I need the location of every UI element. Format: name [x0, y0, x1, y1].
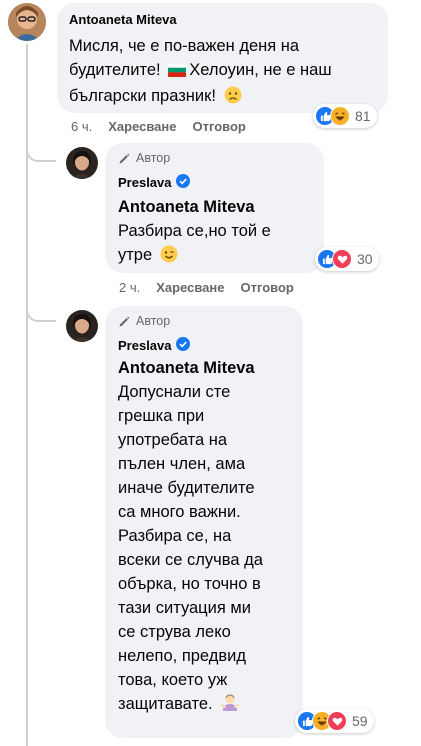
reaction-count: 81: [355, 108, 371, 124]
reply-text-line: Допуснали сте: [118, 383, 231, 401]
mention-link[interactable]: Antoaneta Miteva: [118, 356, 302, 380]
author-badge-label: Автор: [136, 314, 171, 328]
reply-text-line: употребата на: [118, 431, 228, 449]
reply-text-line: утре: [118, 243, 323, 270]
reply-text: Antoaneta Miteva Разбира се,но той е утр…: [118, 195, 323, 270]
avatar-image: [66, 310, 98, 342]
comment-text-line: Мисля, че е по-важен деня на: [69, 37, 300, 55]
reply-text-line: нелепо, предвид: [118, 647, 246, 665]
reply-text-fragment: утре: [118, 246, 153, 264]
like-button[interactable]: Харесване: [156, 280, 224, 295]
avatar-antoaneta[interactable]: [8, 3, 46, 41]
love-icon: [332, 249, 352, 269]
reply-timestamp[interactable]: 2 ч.: [119, 280, 140, 295]
comment-text-fragment: Хелоуин, не е наш: [189, 61, 332, 79]
flag-bulgaria-icon: [167, 60, 187, 84]
comment-bubble: Antoaneta Miteva Мисля, че е по-важен де…: [57, 3, 388, 113]
thread-branch: [26, 142, 56, 162]
mention-link[interactable]: Antoaneta Miteva: [118, 195, 323, 219]
reply-author[interactable]: Preslava: [118, 337, 190, 354]
reaction-summary[interactable]: 81: [313, 104, 377, 128]
pencil-icon: [118, 315, 131, 328]
reply-author-name: Preslava: [118, 175, 172, 190]
comment-author[interactable]: Antoaneta Miteva: [69, 12, 177, 27]
author-badge-label: Автор: [136, 151, 171, 165]
reply-text-line: са много важни.: [118, 503, 241, 521]
reaction-summary[interactable]: 30: [315, 247, 379, 271]
reply-button[interactable]: Отговор: [193, 119, 246, 134]
haha-icon: [330, 106, 350, 126]
pencil-icon: [118, 152, 131, 165]
reply-text-line: това, което уж: [118, 671, 228, 689]
avatar-preslava[interactable]: [66, 147, 98, 179]
comment-text-fragment: български празник!: [69, 87, 216, 105]
reply-text-line: всеки се случва да: [118, 551, 263, 569]
comment-timestamp[interactable]: 6 ч.: [71, 119, 92, 134]
reply-text: Antoaneta Miteva Допуснали сте грешка пр…: [118, 356, 302, 719]
disappointed-emoji-icon: [224, 86, 242, 111]
reaction-count: 30: [357, 251, 373, 267]
author-badge: Автор: [118, 151, 170, 165]
reply-text-line: тази ситуация ми: [118, 599, 251, 617]
reply-actions: 2 ч. Харесване Отговор: [119, 280, 294, 295]
reply-text-line: защитавате.: [118, 692, 302, 719]
person-shrugging-emoji-icon: [220, 692, 240, 719]
reply-text-line: иначе будителите: [118, 479, 255, 497]
reply-text-fragment: защитавате.: [118, 695, 213, 713]
reply-button[interactable]: Отговор: [241, 280, 294, 295]
reply-author-name: Preslava: [118, 338, 172, 353]
like-button[interactable]: Харесване: [108, 119, 176, 134]
love-icon: [327, 711, 347, 731]
comment-text-fragment: будителите!: [69, 61, 161, 79]
reply-author[interactable]: Preslava: [118, 174, 190, 191]
reply-text-line: Разбира се,но той е: [118, 222, 271, 240]
reply-text-line: пълен член, ама: [118, 455, 246, 473]
winking-emoji-icon: [160, 245, 178, 270]
verified-badge-icon: [175, 174, 190, 191]
reply-text-line: обърка, но точно в: [118, 575, 261, 593]
thread-branch: [26, 302, 56, 322]
avatar-image: [66, 147, 98, 179]
reply-bubble: Автор Preslava Antoaneta Miteva Допуснал…: [105, 306, 303, 738]
comment-actions: 6 ч. Харесване Отговор: [71, 119, 246, 134]
reply-text-line: се струва леко: [118, 623, 231, 641]
reply-text-line: грешка при: [118, 407, 205, 425]
avatar-image: [8, 3, 46, 41]
comment-text: Мисля, че е по-важен деня на будителите!…: [69, 34, 385, 111]
reaction-count: 59: [352, 713, 368, 729]
reply-text-line: Разбира се, на: [118, 527, 232, 545]
reaction-summary[interactable]: 59: [295, 709, 374, 733]
author-badge: Автор: [118, 314, 170, 328]
verified-badge-icon: [175, 337, 190, 354]
comment-text-line: будителите! Хелоуин, не е наш: [69, 58, 385, 84]
avatar-preslava[interactable]: [66, 310, 98, 342]
reply-bubble: Автор Preslava Antoaneta Miteva Разбира …: [105, 143, 324, 273]
